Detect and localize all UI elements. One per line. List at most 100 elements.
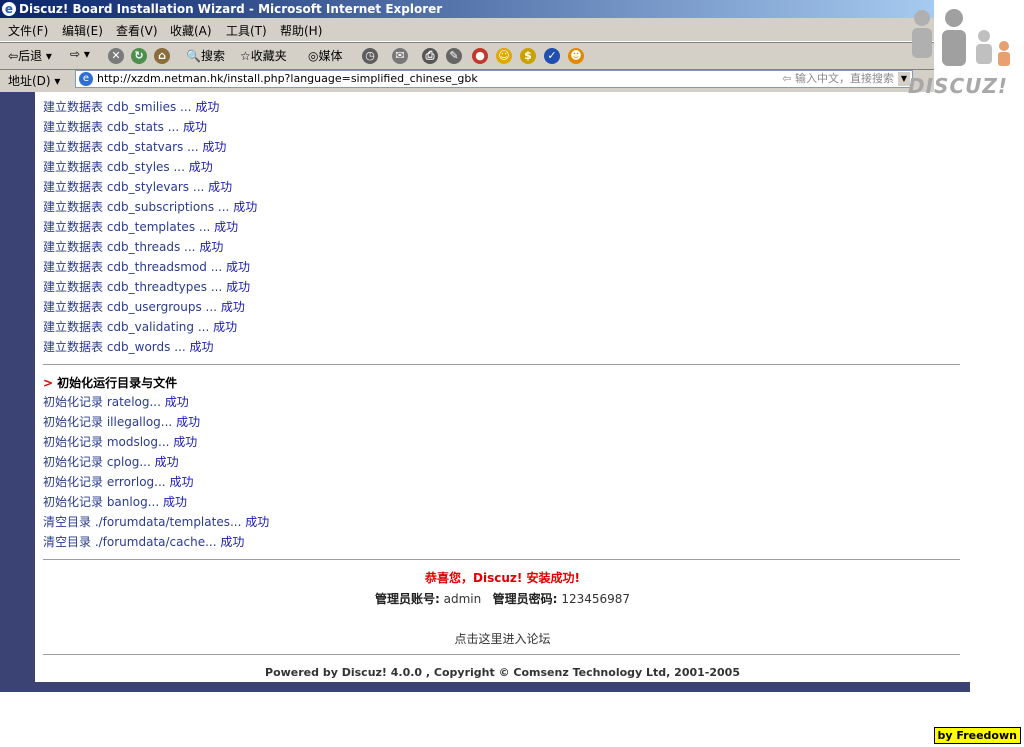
table-log-text: 建立数据表 cdb_threadsmod ... — [43, 260, 223, 274]
window-title: Discuz! Board Installation Wizard - Micr… — [19, 2, 443, 16]
table-log-item: 建立数据表 cdb_styles ... 成功 — [43, 159, 213, 175]
people-logo-icon — [912, 9, 1010, 66]
page-content: 建立数据表 cdb_smilies ... 成功 建立数据表 cdb_stats … — [35, 92, 970, 682]
refresh-icon[interactable]: ↻ — [131, 48, 147, 64]
init-log-item: 清空目录 ./forumdata/templates... 成功 — [43, 514, 269, 530]
search-icon: 🔍 — [186, 49, 201, 63]
init-log-status: 成功 — [169, 475, 194, 489]
init-log-status: 成功 — [176, 415, 201, 429]
init-log-item: 初始化记录 modslog... 成功 — [43, 434, 197, 450]
init-log-item: 初始化记录 ratelog... 成功 — [43, 394, 189, 410]
table-log-text: 建立数据表 cdb_statvars ... — [43, 140, 199, 154]
table-log-status: 成功 — [195, 100, 220, 114]
logo-text: DISCUZ! — [908, 74, 1008, 98]
init-log-text: 初始化记录 ratelog... — [43, 395, 161, 409]
table-log-item: 建立数据表 cdb_templates ... 成功 — [43, 219, 238, 235]
menu-help[interactable]: 帮助(H) — [280, 22, 322, 39]
enter-forum-link[interactable]: 点击这里进入论坛 — [35, 630, 970, 647]
table-log-text: 建立数据表 cdb_styles ... — [43, 160, 185, 174]
mail-icon[interactable]: ✉ — [392, 48, 408, 64]
forward-button[interactable]: ⇨ ▾ — [70, 47, 90, 61]
table-log-status: 成功 — [213, 320, 238, 334]
table-log-item: 建立数据表 cdb_threadsmod ... 成功 — [43, 259, 250, 275]
menu-view[interactable]: 查看(V) — [116, 22, 158, 39]
messenger-icon[interactable]: ● — [472, 48, 488, 64]
address-input[interactable]: e http://xzdm.netman.hk/install.php?lang… — [75, 70, 913, 88]
table-log-status: 成功 — [183, 120, 208, 134]
table-log-text: 建立数据表 cdb_validating ... — [43, 320, 210, 334]
init-log-text: 初始化记录 cplog... — [43, 455, 151, 469]
init-log-text: 清空目录 ./forumdata/templates... — [43, 515, 242, 529]
admin-password: 123456987 — [561, 592, 631, 606]
table-log-item: 建立数据表 cdb_words ... 成功 — [43, 339, 214, 355]
table-log-text: 建立数据表 cdb_threadtypes ... — [43, 280, 223, 294]
search-label: 搜索 — [200, 49, 225, 63]
search-placeholder[interactable]: ⇦ 输入中文，直接搜索 — [782, 71, 894, 87]
admin-account-label: 管理员账号: — [374, 592, 440, 606]
init-log-text: 清空目录 ./forumdata/cache... — [43, 535, 217, 549]
table-log-text: 建立数据表 cdb_usergroups ... — [43, 300, 217, 314]
menu-edit[interactable]: 编辑(E) — [62, 22, 103, 39]
table-log-item: 建立数据表 cdb_threadtypes ... 成功 — [43, 279, 250, 295]
init-log-status: 成功 — [154, 455, 179, 469]
init-log-text: 初始化记录 modslog... — [43, 435, 170, 449]
smiley-icon[interactable]: ☺ — [496, 48, 512, 64]
table-log-text: 建立数据表 cdb_smilies ... — [43, 100, 192, 114]
table-log-item: 建立数据表 cdb_threads ... 成功 — [43, 239, 223, 255]
menu-tools[interactable]: 工具(T) — [226, 22, 267, 39]
divider — [43, 364, 960, 365]
menu-favorites[interactable]: 收藏(A) — [170, 22, 212, 39]
table-log-text: 建立数据表 cdb_stylevars ... — [43, 180, 205, 194]
init-log-item: 清空目录 ./forumdata/cache... 成功 — [43, 534, 244, 550]
toolbar: ⇦后退 ▾ ⇨ ▾ ✕ ↻ ⌂ 🔍搜索 ☆收藏夹 ◎媒体 ◷ ✉ ⎙ ✎ ● ☺… — [0, 42, 934, 70]
table-log-status: 成功 — [188, 160, 213, 174]
init-log-item: 初始化记录 illegallog... 成功 — [43, 414, 200, 430]
media-button[interactable]: ◎媒体 — [308, 47, 343, 64]
table-log-status: 成功 — [233, 200, 258, 214]
table-log-item: 建立数据表 cdb_usergroups ... 成功 — [43, 299, 245, 315]
home-icon[interactable]: ⌂ — [154, 48, 170, 64]
menu-file[interactable]: 文件(F) — [8, 22, 48, 39]
table-log-text: 建立数据表 cdb_words ... — [43, 340, 186, 354]
table-log-status: 成功 — [199, 240, 224, 254]
init-log-item: 初始化记录 cplog... 成功 — [43, 454, 179, 470]
title-bar: e Discuz! Board Installation Wizard - Mi… — [0, 0, 934, 18]
section-title: > 初始化运行目录与文件 — [43, 376, 178, 390]
stop-icon[interactable]: ✕ — [108, 48, 124, 64]
success-message: 恭喜您，Discuz! 安装成功! — [425, 571, 580, 585]
admin-account: admin — [443, 592, 482, 606]
money-icon[interactable]: $ — [520, 48, 536, 64]
back-label: 后退 — [18, 49, 43, 63]
table-log-item: 建立数据表 cdb_stats ... 成功 — [43, 119, 207, 135]
init-log-status: 成功 — [220, 535, 245, 549]
page-icon: e — [79, 72, 93, 86]
emoticon-icon[interactable]: ☻ — [568, 48, 584, 64]
admin-password-label: 管理员密码: — [492, 592, 558, 606]
table-log-item: 建立数据表 cdb_subscriptions ... 成功 — [43, 199, 257, 215]
table-log-text: 建立数据表 cdb_subscriptions ... — [43, 200, 230, 214]
search-button[interactable]: 🔍搜索 — [186, 47, 225, 64]
table-log-text: 建立数据表 cdb_threads ... — [43, 240, 196, 254]
admin-credentials: 管理员账号: admin 管理员密码: 123456987 — [35, 590, 970, 607]
favorites-label: 收藏夹 — [250, 49, 287, 63]
back-arrow-icon: ⇦ — [8, 49, 19, 63]
table-log-text: 建立数据表 cdb_stats ... — [43, 120, 180, 134]
print-icon[interactable]: ⎙ — [422, 48, 438, 64]
back-button[interactable]: ⇦后退 ▾ — [8, 47, 52, 64]
table-log-item: 建立数据表 cdb_smilies ... 成功 — [43, 99, 219, 115]
table-log-item: 建立数据表 cdb_validating ... 成功 — [43, 319, 237, 335]
forward-arrow-icon: ⇨ ▾ — [70, 47, 90, 61]
table-log-status: 成功 — [202, 140, 227, 154]
edit-icon[interactable]: ✎ — [446, 48, 462, 64]
table-log-status: 成功 — [189, 340, 214, 354]
history-icon[interactable]: ◷ — [362, 48, 378, 64]
table-log-text: 建立数据表 cdb_templates ... — [43, 220, 211, 234]
divider — [43, 654, 960, 655]
table-log-item: 建立数据表 cdb_stylevars ... 成功 — [43, 179, 232, 195]
init-log-status: 成功 — [162, 495, 187, 509]
check-icon[interactable]: ✓ — [544, 48, 560, 64]
discuz-logo: DISCUZ! — [902, 6, 1018, 100]
favorites-button[interactable]: ☆收藏夹 — [240, 47, 287, 64]
address-url: http://xzdm.netman.hk/install.php?langua… — [97, 72, 478, 85]
ie-icon: e — [2, 2, 16, 16]
